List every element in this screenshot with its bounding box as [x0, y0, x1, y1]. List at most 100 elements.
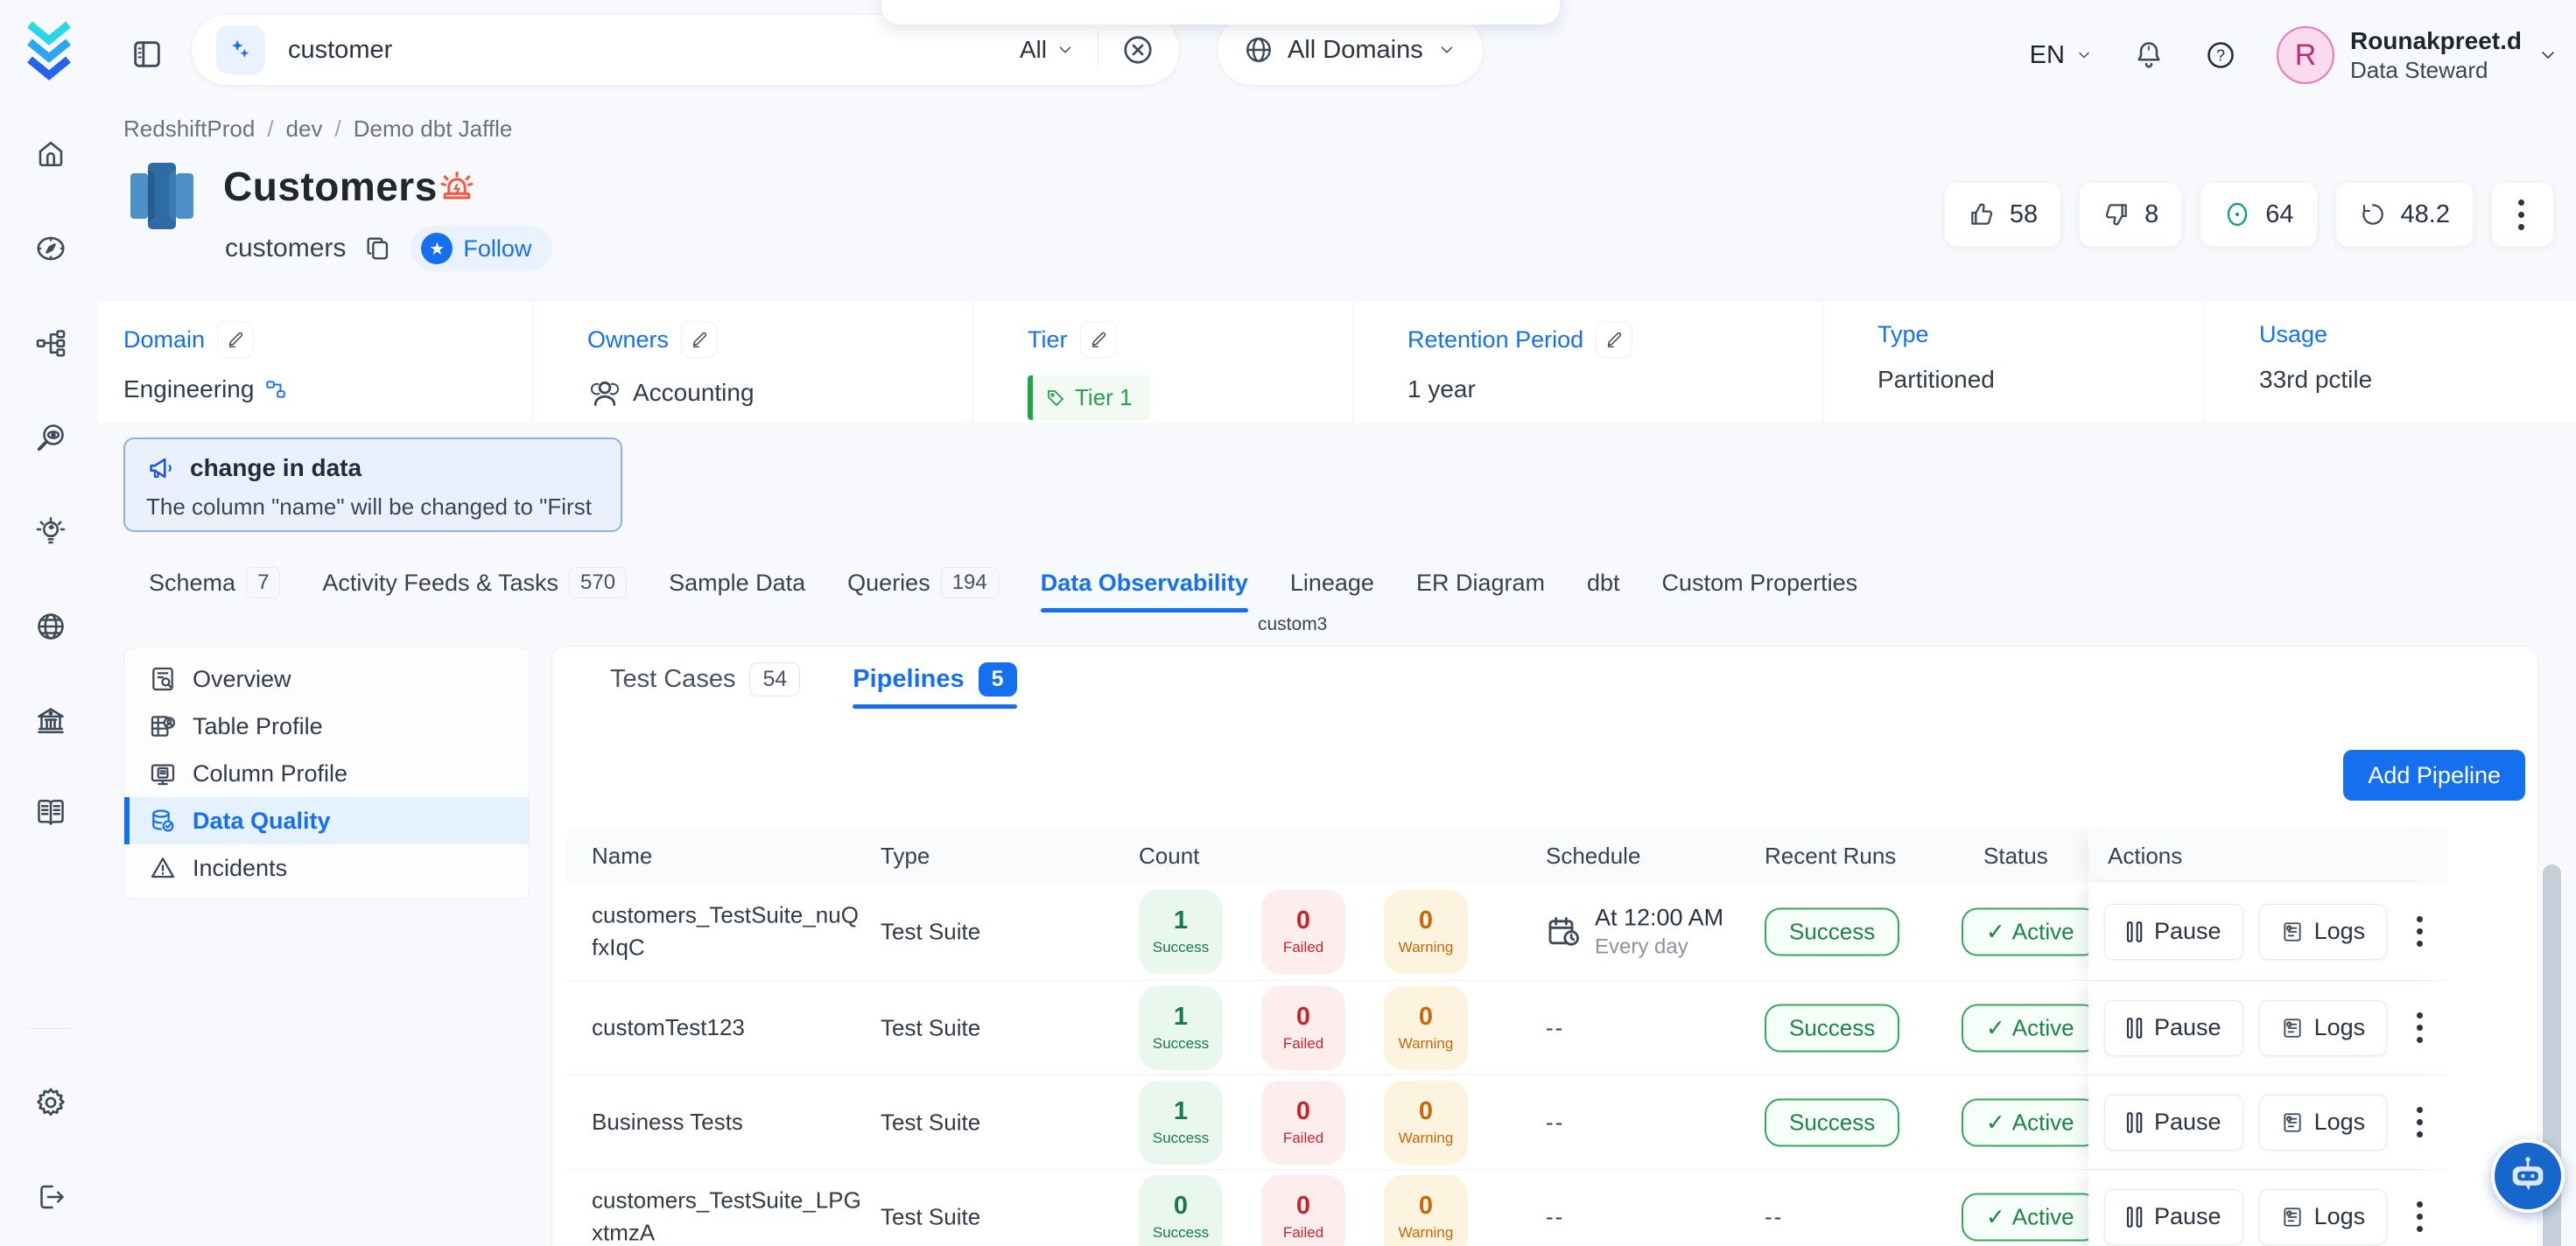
- schedule-cell: --: [1546, 1109, 1564, 1136]
- row-kebab-icon[interactable]: [2417, 916, 2425, 947]
- tab-er-diagram[interactable]: ER Diagram: [1416, 570, 1545, 604]
- search-scope-dropdown[interactable]: All: [1020, 36, 1098, 64]
- logs-button[interactable]: Logs: [2259, 1000, 2388, 1056]
- svg-text:?: ?: [2216, 46, 2225, 64]
- recent-run-badge[interactable]: Success: [1765, 907, 1899, 956]
- recent-run-badge[interactable]: Success: [1765, 1004, 1899, 1052]
- language-dropdown[interactable]: EN: [2030, 41, 2093, 70]
- quality-score-button[interactable]: 64: [2200, 182, 2317, 247]
- help-icon[interactable]: ?: [2205, 39, 2236, 71]
- tab-activity[interactable]: Activity Feeds & Tasks570: [322, 567, 627, 606]
- tier-badge[interactable]: Tier 1: [1028, 375, 1150, 420]
- tab-pipelines[interactable]: Pipelines 5: [853, 662, 1016, 709]
- lineage-flow-icon[interactable]: [32, 324, 70, 362]
- edit-retention-icon[interactable]: [1596, 321, 1632, 358]
- tier-label: Tier: [1028, 326, 1068, 354]
- downvote-button[interactable]: 8: [2079, 182, 2182, 247]
- ai-sparkle-icon: [216, 25, 265, 74]
- pause-icon: [2126, 921, 2144, 942]
- governance-bank-icon[interactable]: [32, 702, 70, 740]
- pipeline-type: Test Suite: [881, 1109, 980, 1136]
- logs-button[interactable]: Logs: [2259, 904, 2388, 960]
- breadcrumb-schema[interactable]: Demo dbt Jaffle: [354, 116, 513, 143]
- pause-button[interactable]: Pause: [2104, 1000, 2243, 1056]
- chatbot-button[interactable]: [2491, 1139, 2565, 1213]
- row-kebab-icon[interactable]: [2417, 1107, 2425, 1138]
- column-profile-icon: [149, 760, 177, 788]
- search-input[interactable]: [288, 36, 1020, 65]
- edit-tier-icon[interactable]: [1080, 321, 1117, 358]
- submenu-table-profile[interactable]: Table Profile: [124, 703, 529, 750]
- user-menu[interactable]: R Rounakpreet.d Data Steward: [2277, 25, 2558, 85]
- status-cell: ✓Active: [1962, 907, 2099, 956]
- upvote-button[interactable]: 58: [1944, 182, 2061, 247]
- observability-icon[interactable]: [32, 418, 70, 457]
- pause-button[interactable]: Pause: [2104, 904, 2243, 960]
- more-actions-button[interactable]: [2491, 182, 2554, 247]
- tab-queries[interactable]: Queries194: [847, 567, 999, 606]
- breadcrumb-service[interactable]: RedshiftProd: [123, 116, 255, 143]
- announcement-banner[interactable]: change in data The column "name" will be…: [123, 438, 622, 532]
- edit-owners-icon[interactable]: [681, 321, 718, 358]
- version-button[interactable]: 48.2: [2335, 182, 2474, 247]
- tab-data-observability[interactable]: Data Observability: [1041, 570, 1248, 604]
- col-type: Type: [881, 843, 930, 870]
- app-logo-icon[interactable]: [21, 19, 77, 82]
- pipeline-name[interactable]: customTest123: [592, 1012, 863, 1045]
- domain-value[interactable]: Engineering: [123, 375, 254, 403]
- recent-runs-cell: Success: [1765, 1004, 1899, 1052]
- submenu-data-quality[interactable]: Data Quality: [124, 797, 529, 844]
- submenu-column-profile[interactable]: Column Profile: [124, 750, 529, 797]
- submenu-incidents[interactable]: Incidents: [124, 844, 529, 892]
- home-icon[interactable]: [32, 135, 70, 173]
- pause-button[interactable]: Pause: [2104, 1189, 2243, 1245]
- edit-domain-icon[interactable]: [217, 321, 254, 358]
- clear-search-icon[interactable]: [1121, 33, 1155, 66]
- logs-button[interactable]: Logs: [2259, 1189, 2388, 1245]
- tab-sample-data[interactable]: Sample Data: [669, 570, 805, 604]
- pipeline-name[interactable]: customers_TestSuite_LPGxtmzA: [592, 1184, 863, 1246]
- chevron-down-icon: [2075, 46, 2093, 64]
- insights-icon[interactable]: [32, 513, 70, 551]
- table-row: customTest123 Test Suite 1Success 0Faile…: [565, 981, 2447, 1075]
- recent-runs-cell: Success: [1765, 1098, 1899, 1146]
- recent-run-badge[interactable]: Success: [1765, 1098, 1899, 1146]
- alert-siren-icon[interactable]: [438, 168, 476, 206]
- chevron-down-icon: [1056, 40, 1075, 60]
- add-pipeline-button[interactable]: Add Pipeline: [2343, 750, 2525, 801]
- tab-schema[interactable]: Schema7: [149, 567, 280, 606]
- tab-dbt[interactable]: dbt: [1587, 570, 1620, 604]
- failed-chip: 0Failed: [1261, 1081, 1345, 1165]
- tab-test-cases[interactable]: Test Cases 54: [610, 662, 800, 709]
- copy-icon[interactable]: [363, 234, 393, 263]
- glossary-book-icon[interactable]: [32, 793, 70, 831]
- domains-globe-icon[interactable]: [32, 607, 70, 646]
- row-kebab-icon[interactable]: [2417, 1201, 2425, 1232]
- notifications-bell-icon[interactable]: [2133, 39, 2165, 71]
- owners-label: Owners: [587, 326, 669, 354]
- activity-count-badge: 570: [569, 567, 627, 598]
- all-domains-dropdown[interactable]: All Domains: [1217, 14, 1484, 86]
- submenu-overview[interactable]: Overview: [124, 655, 529, 703]
- explore-icon[interactable]: [32, 229, 70, 268]
- settings-gear-icon[interactable]: [32, 1083, 70, 1122]
- pipeline-name[interactable]: Business Tests: [592, 1106, 863, 1139]
- breadcrumb-database[interactable]: dev: [286, 116, 323, 143]
- follow-label: Follow: [463, 235, 531, 262]
- global-search: All: [191, 14, 1180, 86]
- tab-custom-properties[interactable]: Custom Properties: [1662, 570, 1858, 604]
- logs-button[interactable]: Logs: [2259, 1095, 2388, 1151]
- logs-icon: [2281, 920, 2304, 943]
- logout-icon[interactable]: [32, 1178, 70, 1216]
- pipeline-name[interactable]: customers_TestSuite_nuQfxIqC: [592, 899, 863, 964]
- warning-chip: 0Warning: [1384, 1081, 1468, 1165]
- row-kebab-icon[interactable]: [2417, 1012, 2425, 1043]
- follow-button[interactable]: ★ Follow: [411, 226, 552, 271]
- pause-icon: [2126, 1112, 2144, 1133]
- sidebar-toggle-icon[interactable]: [130, 37, 165, 72]
- owners-value[interactable]: Accounting: [633, 379, 755, 407]
- tab-lineage[interactable]: Lineage: [1290, 570, 1374, 604]
- count-chips: 0Success 0Failed 0Warning: [1139, 1175, 1468, 1246]
- pause-button[interactable]: Pause: [2104, 1095, 2243, 1151]
- overview-icon: [149, 665, 177, 693]
